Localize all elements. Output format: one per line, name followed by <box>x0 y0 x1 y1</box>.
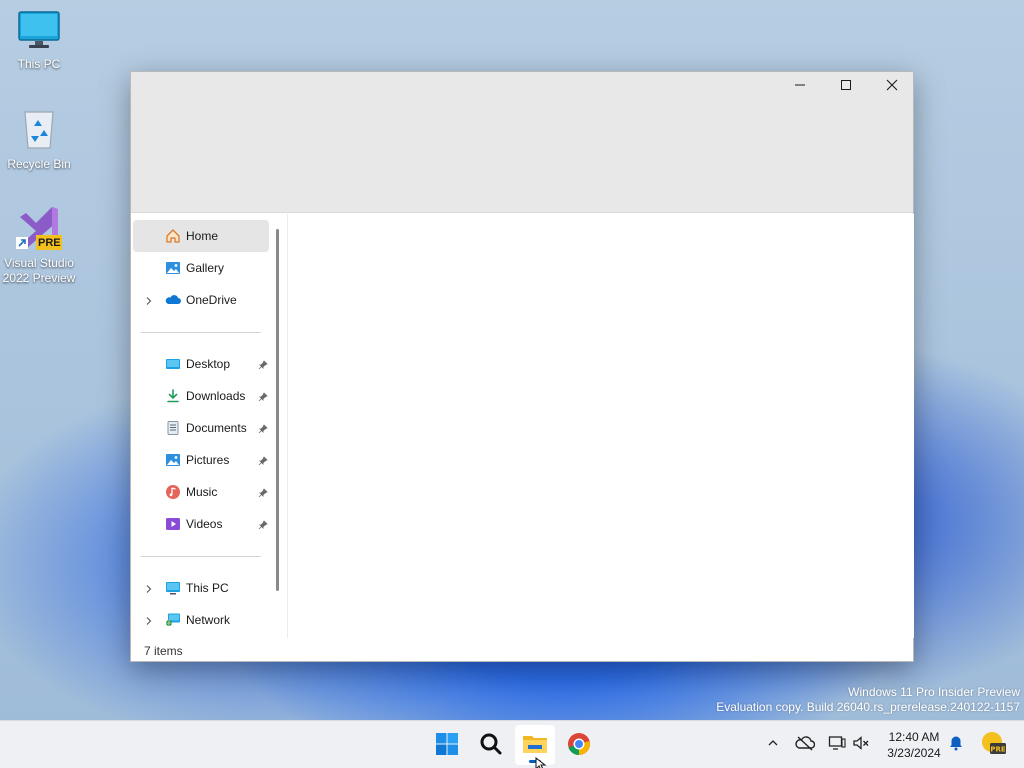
nav-item-label: Documents <box>186 421 247 435</box>
nav-item-label: Pictures <box>186 453 230 467</box>
insider-preview-tray-button[interactable]: PRE <box>980 731 1006 757</box>
nav-divider <box>141 332 261 333</box>
pictures-icon <box>165 452 181 468</box>
clock-date: 3/23/2024 <box>887 746 941 760</box>
mouse-cursor-icon <box>535 756 547 768</box>
cloud-offline-icon <box>795 735 816 754</box>
nav-item-label: Downloads <box>186 389 246 403</box>
evaluation-watermark: Windows 11 Pro Insider Preview Evaluatio… <box>716 685 1020 715</box>
notifications-button[interactable] <box>945 733 967 755</box>
onedrive-cloud-icon <box>165 292 181 308</box>
windows-start-icon <box>435 732 459 759</box>
volume-muted-icon <box>852 735 870 754</box>
clock-time: 12:40 AM <box>888 730 940 744</box>
nav-item-label: Network <box>186 613 231 627</box>
nav-item-label: Desktop <box>186 357 231 371</box>
music-icon <box>165 484 181 500</box>
nav-item-music[interactable]: Music <box>133 476 269 508</box>
monitor-icon <box>1 10 77 54</box>
nav-item-this-pc[interactable]: This PC <box>133 572 269 604</box>
show-hidden-icons-button[interactable] <box>762 733 784 755</box>
nav-item-videos[interactable]: Videos <box>133 508 269 540</box>
title-bar[interactable] <box>131 72 913 213</box>
file-explorer-window: Home Gallery OneDrive Desktop Downloads … <box>130 71 914 662</box>
videos-icon <box>165 516 181 532</box>
maximize-button[interactable] <box>823 72 869 100</box>
chevron-up-icon <box>767 737 779 752</box>
display-icon <box>828 735 846 754</box>
status-bar-item-count: 7 items <box>144 644 183 658</box>
home-icon <box>165 228 181 244</box>
chevron-right-icon[interactable] <box>144 583 154 593</box>
search-button[interactable] <box>471 725 511 765</box>
documents-icon <box>165 420 181 436</box>
minimize-icon <box>794 79 806 94</box>
nav-item-gallery[interactable]: Gallery <box>133 252 269 284</box>
chevron-right-icon[interactable] <box>144 295 154 305</box>
pin-icon[interactable] <box>258 391 268 402</box>
nav-item-label: Videos <box>186 517 223 531</box>
desktop-icon-label-line1: Visual Studio <box>4 256 74 270</box>
pin-icon[interactable] <box>258 487 268 498</box>
nav-item-label: This PC <box>186 581 229 595</box>
close-button[interactable] <box>869 72 915 100</box>
gallery-icon <box>165 260 181 276</box>
insider-preview-badge-icon: PRE <box>980 730 1006 759</box>
pre-badge-label: PRE <box>38 237 61 249</box>
nav-item-documents[interactable]: Documents <box>133 412 269 444</box>
nav-item-home[interactable]: Home <box>133 220 269 252</box>
onedrive-status-button[interactable] <box>794 733 816 755</box>
pin-icon[interactable] <box>258 519 268 530</box>
nav-item-label: Home <box>186 229 219 243</box>
network-icon <box>165 612 181 628</box>
nav-item-downloads[interactable]: Downloads <box>133 380 269 412</box>
nav-item-label: Gallery <box>186 261 225 275</box>
nav-item-label: Music <box>186 485 218 499</box>
nav-item-onedrive[interactable]: OneDrive <box>133 284 269 316</box>
taskbar: 12:40 AM 3/23/2024 PRE <box>0 720 1024 768</box>
nav-item-desktop[interactable]: Desktop <box>133 348 269 380</box>
chevron-right-icon[interactable] <box>144 615 154 625</box>
nav-divider <box>141 556 261 557</box>
navigation-pane: Home Gallery OneDrive Desktop Downloads … <box>131 214 287 638</box>
display-tray-button[interactable] <box>826 733 848 755</box>
nav-item-pictures[interactable]: Pictures <box>133 444 269 476</box>
watermark-line2: Evaluation copy. Build 26040.rs_prerelea… <box>716 700 1020 714</box>
recycle-bin-icon <box>1 106 77 154</box>
clock-button[interactable]: 12:40 AM 3/23/2024 <box>880 729 948 761</box>
desktop-icon-label-line2: 2022 Preview <box>2 271 76 285</box>
desktop-icon-this-pc[interactable]: This PC <box>1 10 77 72</box>
visual-studio-preview-icon: PRE <box>14 203 64 253</box>
this-pc-icon <box>165 580 181 596</box>
desktop-icon-visual-studio[interactable]: PRE Visual Studio 2022 Preview <box>1 203 77 286</box>
desktop-icon-label: Recycle Bin <box>7 157 71 171</box>
maximize-icon <box>840 79 852 94</box>
pin-icon[interactable] <box>258 359 268 370</box>
chrome-taskbar-button[interactable] <box>559 725 599 765</box>
start-button[interactable] <box>427 725 467 765</box>
minimize-button[interactable] <box>777 72 823 100</box>
downloads-icon <box>165 388 181 404</box>
watermark-line1: Windows 11 Pro Insider Preview <box>848 685 1020 699</box>
file-explorer-icon <box>522 732 548 759</box>
pin-icon[interactable] <box>258 455 268 466</box>
nav-item-label: OneDrive <box>186 293 237 307</box>
desktop-icon-label: This PC <box>17 57 61 71</box>
svg-text:PRE: PRE <box>990 745 1006 753</box>
desktop-icon-recycle-bin[interactable]: Recycle Bin <box>1 106 77 172</box>
bell-icon <box>948 735 964 754</box>
file-list-pane[interactable] <box>287 214 914 638</box>
close-icon <box>886 79 898 94</box>
nav-scrollbar[interactable] <box>276 229 279 591</box>
search-icon <box>479 732 503 759</box>
volume-tray-button[interactable] <box>850 733 872 755</box>
chrome-icon <box>567 732 591 759</box>
desktop-folder-icon <box>165 356 181 372</box>
nav-item-network[interactable]: Network <box>133 604 269 636</box>
pin-icon[interactable] <box>258 423 268 434</box>
